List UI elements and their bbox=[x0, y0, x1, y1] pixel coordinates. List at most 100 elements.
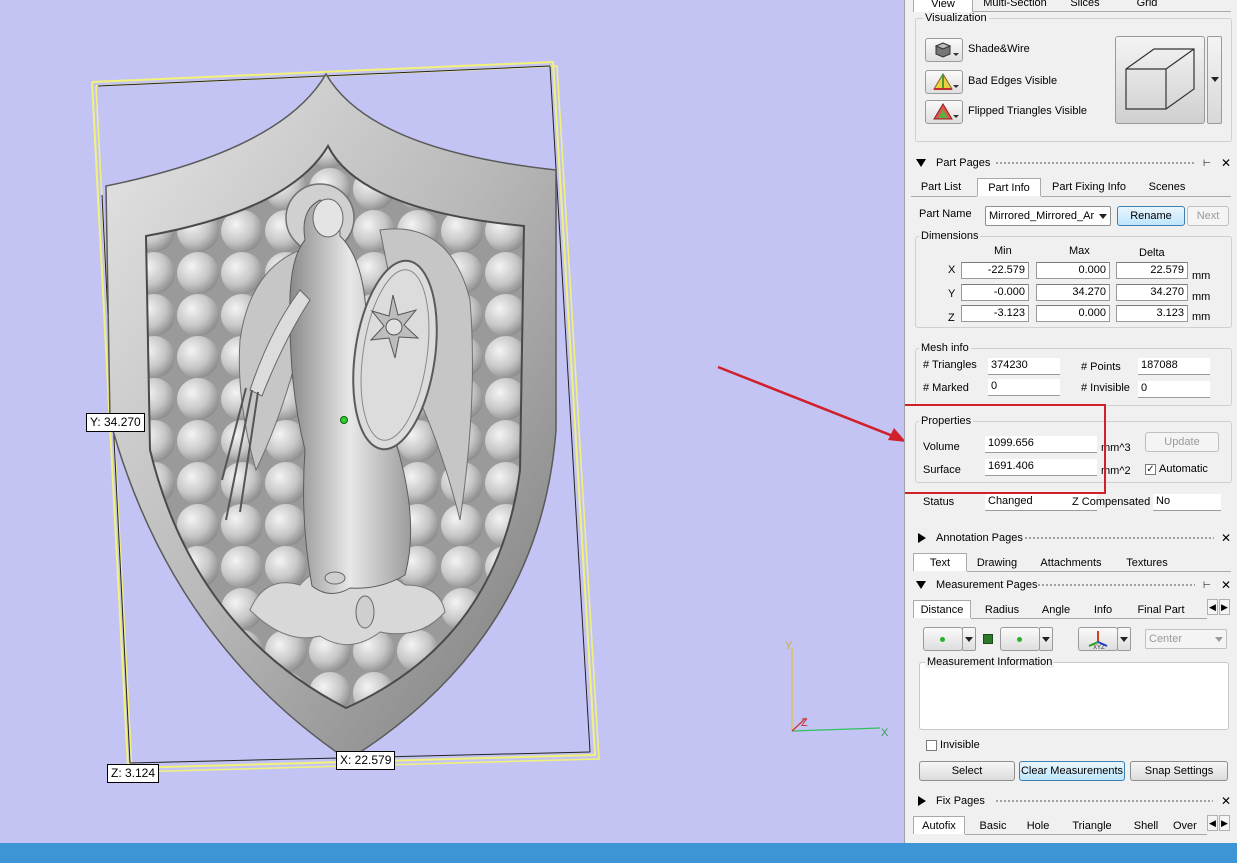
shade-wire-icon[interactable] bbox=[925, 38, 963, 62]
axis-z-label: Z bbox=[801, 717, 808, 729]
tab-angle[interactable]: Angle bbox=[1035, 601, 1077, 619]
tab-final-part[interactable]: Final Part bbox=[1131, 601, 1191, 619]
dim-y-unit: mm bbox=[1192, 291, 1211, 303]
invisible-checkbox[interactable] bbox=[926, 740, 937, 751]
tab-shell[interactable]: Shell bbox=[1131, 817, 1161, 835]
tab-scenes[interactable]: Scenes bbox=[1143, 178, 1191, 196]
dim-x-min[interactable]: -22.579 bbox=[961, 262, 1029, 279]
rename-button[interactable]: Rename bbox=[1117, 206, 1185, 226]
annotation-arrow bbox=[717, 365, 904, 442]
automatic-checkbox[interactable]: ✓ bbox=[1145, 464, 1156, 475]
tab-radius[interactable]: Radius bbox=[979, 601, 1025, 619]
annotation-pages-header[interactable]: Annotation Pages ✕ bbox=[911, 530, 1233, 546]
clear-measurements-button[interactable]: Clear Measurements bbox=[1019, 761, 1125, 781]
fix-tabs-scroll-left-icon[interactable]: ◀ bbox=[1207, 815, 1218, 831]
chevron-down-icon bbox=[1099, 214, 1107, 219]
xyz-axes-icon: XYZ bbox=[1088, 631, 1108, 651]
tab-text[interactable]: Text bbox=[913, 553, 967, 571]
view-cube-dropdown[interactable] bbox=[1207, 36, 1222, 124]
point-a-button[interactable] bbox=[923, 627, 963, 651]
tabs-scroll-right-icon[interactable]: ▶ bbox=[1219, 599, 1230, 615]
drag-grip[interactable] bbox=[1037, 583, 1195, 587]
flipped-triangles-icon[interactable] bbox=[925, 100, 963, 124]
fix-pages-title: Fix Pages bbox=[936, 795, 985, 807]
triangles-value[interactable]: 374230 bbox=[988, 358, 1060, 375]
close-icon[interactable]: ✕ bbox=[1221, 793, 1231, 809]
tab-part-list[interactable]: Part List bbox=[915, 178, 967, 196]
points-value[interactable]: 187088 bbox=[1138, 358, 1210, 375]
tab-autofix[interactable]: Autofix bbox=[913, 816, 965, 834]
close-icon[interactable]: ✕ bbox=[1221, 577, 1231, 593]
tab-hole[interactable]: Hole bbox=[1023, 817, 1053, 835]
visualization-title: Visualization bbox=[923, 12, 989, 24]
dim-x-max[interactable]: 0.000 bbox=[1036, 262, 1110, 279]
select-button[interactable]: Select bbox=[919, 761, 1015, 781]
point-a-dropdown[interactable] bbox=[962, 627, 976, 651]
view-tabs-divider bbox=[973, 11, 1231, 12]
part-name-select[interactable]: Mirrored_Mirrored_Ar bbox=[985, 206, 1111, 226]
dim-y-min[interactable]: -0.000 bbox=[961, 284, 1029, 301]
invisible-count-value[interactable]: 0 bbox=[1138, 381, 1210, 398]
bad-edges-label: Bad Edges Visible bbox=[968, 75, 1058, 87]
axis-x-label: X bbox=[881, 727, 889, 739]
view-cube-icon bbox=[1125, 48, 1195, 110]
tab-triangle[interactable]: Triangle bbox=[1067, 817, 1117, 835]
3d-viewport[interactable]: Y: 34.270 X: 22.579 Z: 3.124 Y Z X bbox=[0, 0, 904, 843]
point-icon bbox=[940, 637, 945, 642]
dimensions-title: Dimensions bbox=[919, 230, 981, 242]
tab-part-fixing-info[interactable]: Part Fixing Info bbox=[1047, 178, 1131, 196]
tab-distance[interactable]: Distance bbox=[913, 600, 971, 618]
marked-label: # Marked bbox=[923, 382, 969, 394]
measurement-pages-header[interactable]: Measurement Pages ⊢ ✕ bbox=[911, 577, 1233, 593]
dim-y-delta[interactable]: 34.270 bbox=[1116, 284, 1188, 301]
point-b-button[interactable] bbox=[1000, 627, 1040, 651]
collapse-icon bbox=[916, 581, 926, 589]
point-b-dropdown[interactable] bbox=[1039, 627, 1053, 651]
chevron-down-icon bbox=[1211, 77, 1219, 82]
y-dimension-label: Y: 34.270 bbox=[86, 413, 145, 432]
dim-z-min[interactable]: -3.123 bbox=[961, 305, 1029, 322]
xyz-button[interactable]: XYZ bbox=[1078, 627, 1118, 651]
tab-info[interactable]: Info bbox=[1087, 601, 1119, 619]
z-compensated-value[interactable]: No bbox=[1153, 494, 1221, 511]
dim-x-delta[interactable]: 22.579 bbox=[1116, 262, 1188, 279]
marked-value[interactable]: 0 bbox=[988, 379, 1060, 396]
close-icon[interactable]: ✕ bbox=[1221, 155, 1231, 171]
tab-over[interactable]: Over bbox=[1173, 817, 1207, 835]
bad-edges-icon[interactable] bbox=[925, 70, 963, 94]
pin-icon[interactable]: ⊢ bbox=[1203, 577, 1211, 593]
tab-attachments[interactable]: Attachments bbox=[1035, 554, 1107, 572]
dim-z-delta[interactable]: 3.123 bbox=[1116, 305, 1188, 322]
drag-grip[interactable] bbox=[1024, 536, 1214, 540]
drag-grip[interactable] bbox=[995, 799, 1213, 803]
expand-icon bbox=[918, 796, 926, 806]
tab-view[interactable]: View bbox=[913, 0, 973, 12]
tab-drawing[interactable]: Drawing bbox=[973, 554, 1021, 572]
invisible-checkbox-label: Invisible bbox=[940, 739, 980, 751]
update-button[interactable]: Update bbox=[1145, 432, 1219, 452]
next-button[interactable]: Next bbox=[1187, 206, 1229, 226]
center-select[interactable]: Center bbox=[1145, 629, 1227, 649]
angel-foot-right bbox=[355, 595, 375, 629]
drag-grip[interactable] bbox=[995, 161, 1195, 165]
pin-icon[interactable]: ⊢ bbox=[1203, 155, 1211, 171]
dim-z-max[interactable]: 0.000 bbox=[1036, 305, 1110, 322]
xyz-dropdown[interactable] bbox=[1117, 627, 1131, 651]
tab-basic[interactable]: Basic bbox=[975, 817, 1011, 835]
snap-settings-button[interactable]: Snap Settings bbox=[1130, 761, 1228, 781]
close-icon[interactable]: ✕ bbox=[1221, 530, 1231, 546]
annotation-tabs-divider bbox=[967, 571, 1231, 572]
part-pages-header[interactable]: Part Pages ⊢ ✕ bbox=[911, 155, 1233, 171]
fix-tabs-scroll-right-icon[interactable]: ▶ bbox=[1219, 815, 1230, 831]
measurement-pages-title: Measurement Pages bbox=[936, 579, 1038, 591]
view-cube-preview[interactable] bbox=[1115, 36, 1205, 124]
points-label: # Points bbox=[1081, 361, 1121, 373]
fix-pages-header[interactable]: Fix Pages ✕ bbox=[911, 793, 1233, 809]
chevron-down-icon bbox=[1120, 637, 1128, 642]
tabs-scroll-left-icon[interactable]: ◀ bbox=[1207, 599, 1218, 615]
tab-textures[interactable]: Textures bbox=[1121, 554, 1173, 572]
axis-y-label: Y bbox=[785, 640, 793, 652]
dim-y-max[interactable]: 34.270 bbox=[1036, 284, 1110, 301]
tab-part-info[interactable]: Part Info bbox=[977, 178, 1041, 196]
annotation-pages-title: Annotation Pages bbox=[936, 532, 1023, 544]
